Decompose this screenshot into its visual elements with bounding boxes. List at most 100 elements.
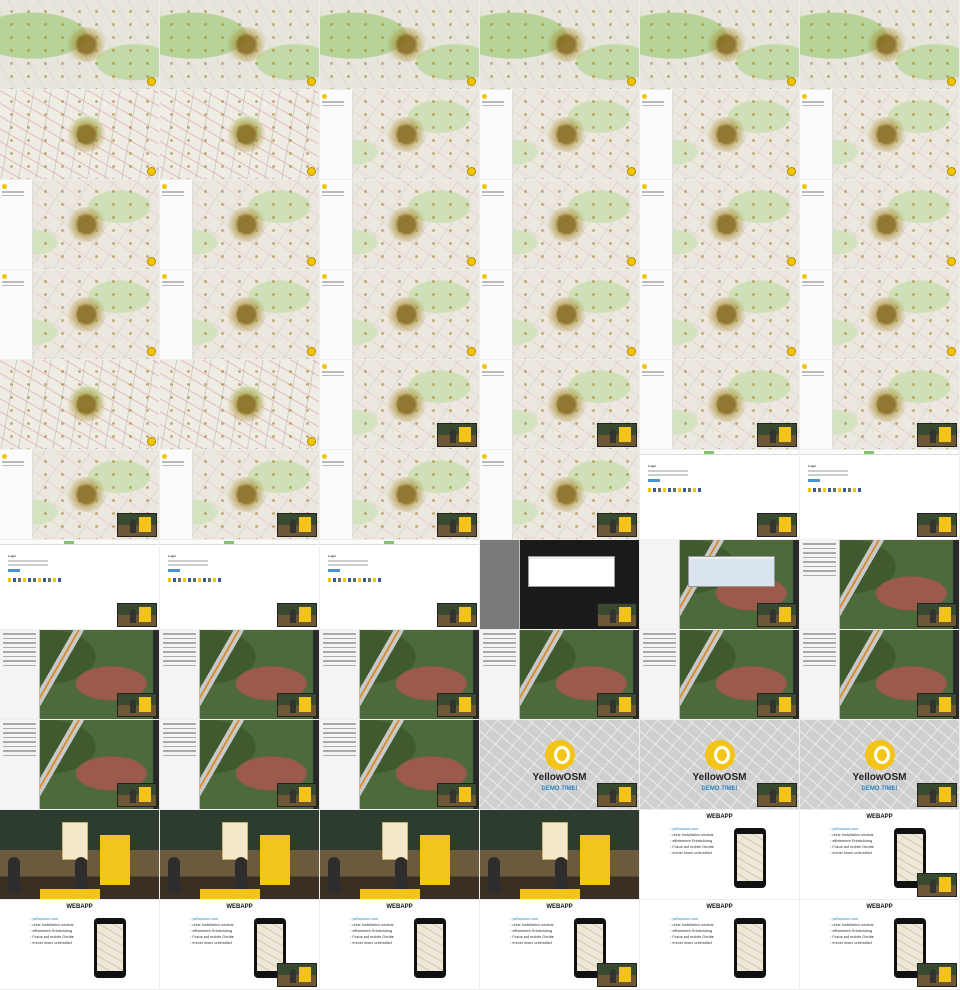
field-row[interactable] — [803, 660, 836, 662]
field-row[interactable] — [483, 637, 516, 639]
locate-button[interactable] — [627, 347, 636, 356]
field-row[interactable] — [643, 651, 676, 653]
password-field[interactable] — [8, 564, 48, 566]
locate-button[interactable] — [307, 167, 316, 176]
field-row[interactable] — [3, 637, 36, 639]
field-row[interactable] — [3, 754, 36, 756]
field-row[interactable] — [643, 633, 676, 635]
login-button[interactable] — [648, 479, 660, 482]
field-row[interactable] — [803, 565, 836, 567]
field-row[interactable] — [3, 642, 36, 644]
field-row[interactable] — [163, 646, 196, 648]
username-field[interactable] — [8, 560, 48, 562]
field-row[interactable] — [803, 664, 836, 666]
field-row[interactable] — [643, 664, 676, 666]
field-row[interactable] — [163, 754, 196, 756]
field-row[interactable] — [163, 664, 196, 666]
field-row[interactable] — [163, 723, 196, 725]
field-row[interactable] — [3, 732, 36, 734]
locate-button[interactable] — [947, 167, 956, 176]
field-row[interactable] — [163, 660, 196, 662]
field-row[interactable] — [323, 732, 356, 734]
field-row[interactable] — [483, 642, 516, 644]
field-row[interactable] — [323, 664, 356, 666]
field-row[interactable] — [803, 547, 836, 549]
locate-button[interactable] — [787, 77, 796, 86]
field-row[interactable] — [163, 732, 196, 734]
locate-button[interactable] — [787, 257, 796, 266]
password-field[interactable] — [168, 564, 208, 566]
field-row[interactable] — [163, 633, 196, 635]
field-row[interactable] — [163, 651, 196, 653]
login-tab[interactable] — [63, 541, 74, 544]
field-row[interactable] — [323, 754, 356, 756]
field-row[interactable] — [323, 745, 356, 747]
locate-button[interactable] — [147, 77, 156, 86]
login-tab[interactable] — [703, 451, 714, 454]
field-row[interactable] — [643, 655, 676, 657]
field-row[interactable] — [3, 655, 36, 657]
locate-button[interactable] — [147, 347, 156, 356]
locate-button[interactable] — [467, 77, 476, 86]
login-tab[interactable] — [223, 541, 234, 544]
locate-button[interactable] — [147, 167, 156, 176]
field-row[interactable] — [3, 727, 36, 729]
field-row[interactable] — [163, 655, 196, 657]
username-field[interactable] — [648, 470, 688, 472]
username-field[interactable] — [328, 560, 368, 562]
field-row[interactable] — [803, 651, 836, 653]
locate-button[interactable] — [307, 77, 316, 86]
login-tab[interactable] — [863, 451, 874, 454]
field-row[interactable] — [323, 660, 356, 662]
field-row[interactable] — [3, 646, 36, 648]
field-row[interactable] — [323, 723, 356, 725]
locate-button[interactable] — [947, 77, 956, 86]
field-row[interactable] — [803, 646, 836, 648]
field-row[interactable] — [803, 570, 836, 572]
login-button[interactable] — [8, 569, 20, 572]
field-row[interactable] — [3, 745, 36, 747]
field-row[interactable] — [3, 723, 36, 725]
locate-button[interactable] — [307, 347, 316, 356]
field-row[interactable] — [323, 642, 356, 644]
login-button[interactable] — [808, 479, 820, 482]
field-row[interactable] — [163, 750, 196, 752]
field-row[interactable] — [483, 660, 516, 662]
field-row[interactable] — [163, 736, 196, 738]
field-row[interactable] — [323, 741, 356, 743]
field-row[interactable] — [163, 642, 196, 644]
username-field[interactable] — [168, 560, 208, 562]
locate-button[interactable] — [307, 437, 316, 446]
field-row[interactable] — [323, 727, 356, 729]
locate-button[interactable] — [947, 257, 956, 266]
locate-button[interactable] — [947, 347, 956, 356]
oauth-provider-icons[interactable] — [648, 488, 703, 492]
field-row[interactable] — [3, 633, 36, 635]
locate-button[interactable] — [147, 257, 156, 266]
login-button[interactable] — [328, 569, 340, 572]
field-row[interactable] — [803, 556, 836, 558]
login-tab[interactable] — [383, 541, 394, 544]
field-row[interactable] — [643, 642, 676, 644]
oauth-provider-icons[interactable] — [808, 488, 863, 492]
field-row[interactable] — [483, 664, 516, 666]
field-row[interactable] — [803, 655, 836, 657]
field-row[interactable] — [323, 646, 356, 648]
field-row[interactable] — [3, 664, 36, 666]
field-row[interactable] — [483, 651, 516, 653]
field-row[interactable] — [643, 637, 676, 639]
locate-button[interactable] — [627, 167, 636, 176]
password-field[interactable] — [328, 564, 368, 566]
field-row[interactable] — [803, 633, 836, 635]
login-button[interactable] — [168, 569, 180, 572]
oauth-provider-icons[interactable] — [168, 578, 223, 582]
locate-button[interactable] — [147, 437, 156, 446]
password-field[interactable] — [808, 474, 848, 476]
oauth-provider-icons[interactable] — [8, 578, 63, 582]
field-row[interactable] — [3, 741, 36, 743]
field-row[interactable] — [483, 633, 516, 635]
username-field[interactable] — [808, 470, 848, 472]
locate-button[interactable] — [467, 167, 476, 176]
locate-button[interactable] — [467, 347, 476, 356]
field-row[interactable] — [483, 655, 516, 657]
